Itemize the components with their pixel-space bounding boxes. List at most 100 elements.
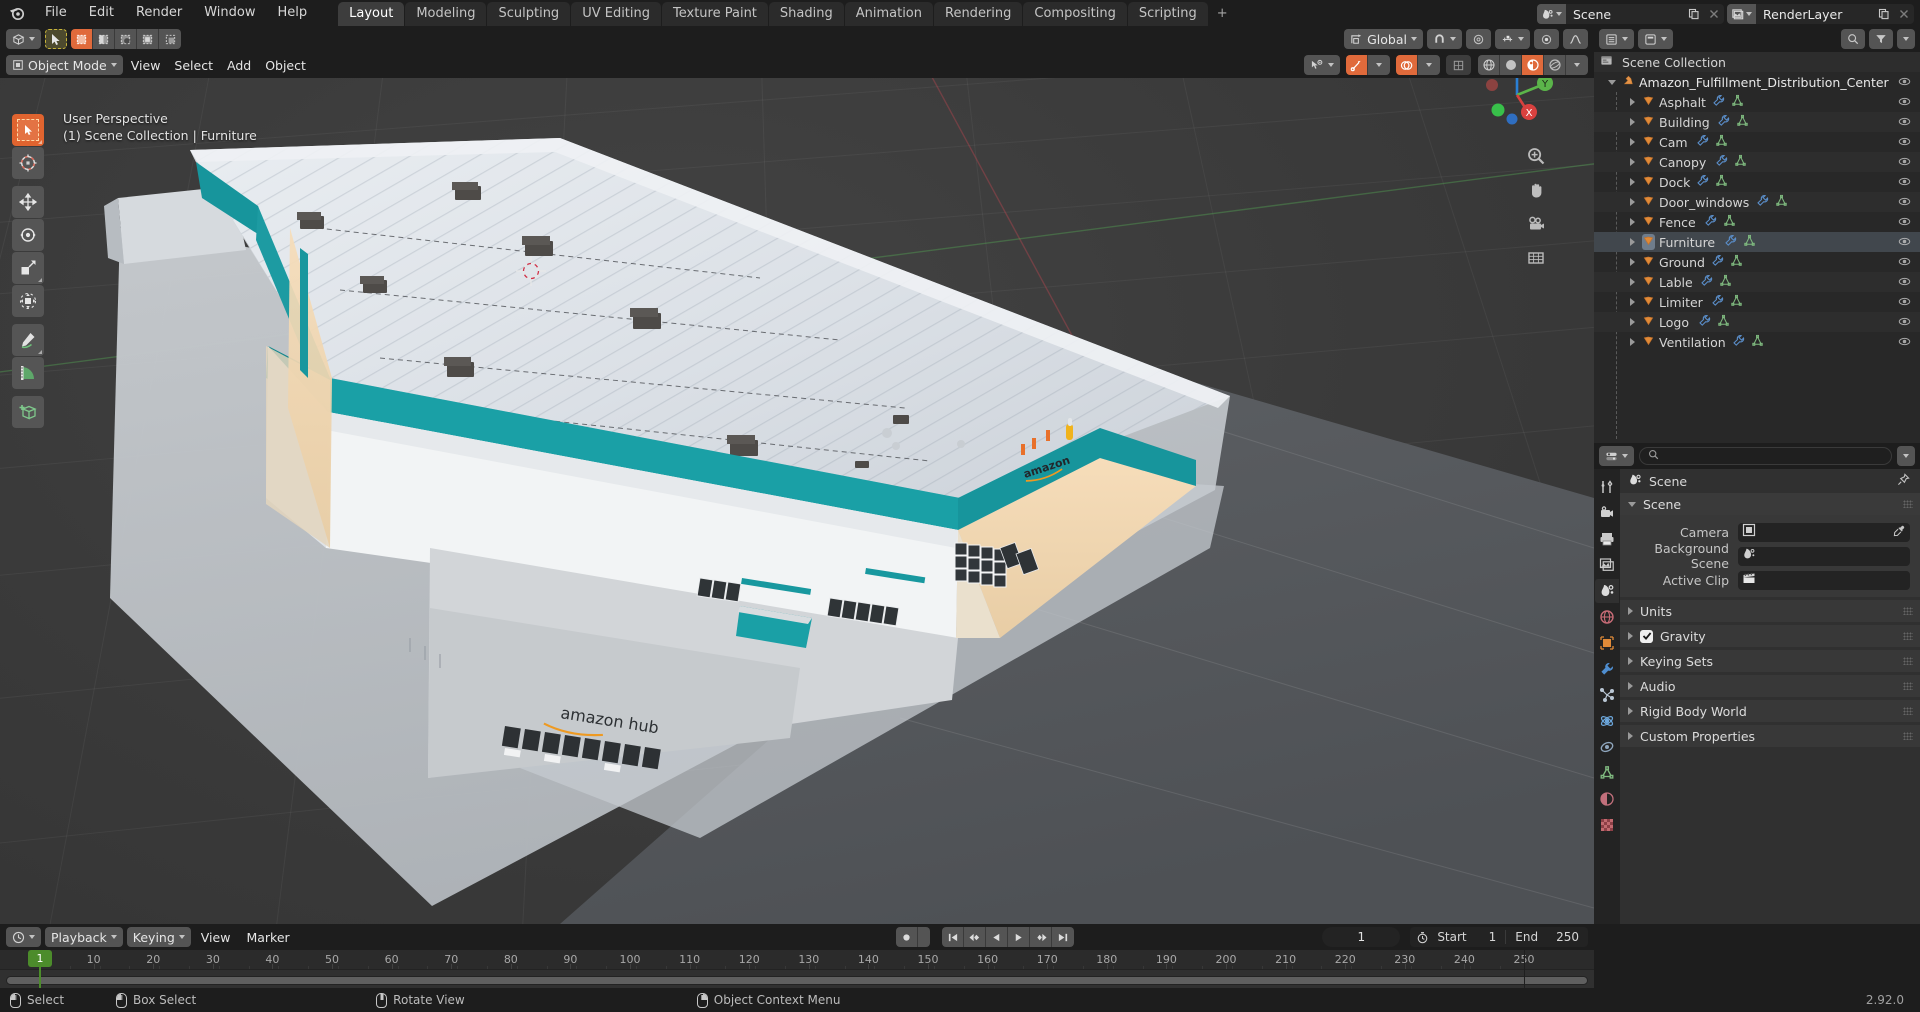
mesh-data-icon[interactable] — [1719, 274, 1732, 290]
filter-icon[interactable] — [1869, 29, 1893, 49]
panel-units-header[interactable]: Units — [1620, 600, 1920, 622]
tab-constraints[interactable] — [1595, 735, 1619, 759]
mesh-data-icon[interactable] — [1775, 194, 1788, 210]
outliner-row-scene-collection[interactable]: Scene Collection — [1594, 52, 1920, 72]
tab-uv-editing[interactable]: UV Editing — [571, 2, 662, 26]
wrench-modifier-icon[interactable] — [1696, 134, 1709, 150]
outliner-row-group[interactable]: Amazon_Fulfillment_Distribution_Center — [1594, 72, 1920, 92]
mesh-data-icon[interactable] — [1730, 254, 1743, 270]
scene-icon[interactable] — [1537, 4, 1566, 24]
shading-material-icon[interactable] — [1522, 55, 1544, 75]
menu-keying[interactable]: Keying — [126, 927, 191, 947]
viewport-menu-object[interactable]: Object — [259, 55, 312, 75]
tab-world[interactable] — [1595, 605, 1619, 629]
eyedropper-icon[interactable] — [1893, 524, 1906, 541]
new-copy-icon[interactable] — [1684, 4, 1704, 24]
chevron-down-icon[interactable] — [1566, 55, 1588, 75]
tab-texture-paint[interactable]: Texture Paint — [662, 2, 768, 26]
wrench-modifier-icon[interactable] — [1704, 214, 1717, 230]
menu-render[interactable]: Render — [125, 0, 193, 26]
snap-magnet-button[interactable] — [1427, 29, 1462, 49]
pan-hand-icon[interactable] — [1524, 178, 1548, 202]
eye-icon[interactable] — [1898, 235, 1911, 251]
tab-shading[interactable]: Shading — [768, 2, 844, 26]
active-clip-field[interactable] — [1738, 570, 1910, 590]
tab-data[interactable] — [1595, 761, 1619, 785]
tab-render[interactable] — [1595, 501, 1619, 525]
expand-toggle[interactable] — [1624, 218, 1640, 226]
eye-icon[interactable] — [1898, 255, 1911, 271]
expand-toggle[interactable] — [1624, 138, 1640, 146]
record-group[interactable] — [896, 927, 931, 947]
mesh-data-icon[interactable] — [1717, 314, 1730, 330]
viewport-menu-select[interactable]: Select — [168, 55, 219, 75]
gizmo-icon[interactable] — [1346, 55, 1368, 75]
ortho-persp-toggle-icon[interactable] — [1524, 246, 1548, 270]
new-copy-icon[interactable] — [1874, 4, 1894, 24]
mesh-data-icon[interactable] — [1723, 214, 1736, 230]
wrench-modifier-icon[interactable] — [1712, 94, 1725, 110]
zoom-icon[interactable] — [1524, 144, 1548, 168]
close-x-icon[interactable] — [1704, 4, 1724, 24]
panel-gravity-header[interactable]: Gravity — [1620, 625, 1920, 647]
tab-tool[interactable] — [1595, 475, 1619, 499]
annotate-tool[interactable] — [12, 324, 44, 356]
measure-tool[interactable] — [12, 357, 44, 389]
wrench-modifier-icon[interactable] — [1756, 194, 1769, 210]
editor-type-timeline-icon[interactable] — [6, 927, 41, 947]
wrench-modifier-icon[interactable] — [1732, 334, 1745, 350]
wrench-modifier-icon[interactable] — [1711, 294, 1724, 310]
transform-orientation-dropdown[interactable]: Global — [1344, 29, 1423, 49]
tab-compositing[interactable]: Compositing — [1023, 2, 1127, 26]
outliner-row-lable[interactable]: Lable — [1594, 272, 1920, 292]
outliner-row-canopy[interactable]: Canopy — [1594, 152, 1920, 172]
scene-selector[interactable]: Scene — [1537, 4, 1724, 24]
play-reverse-icon[interactable] — [986, 927, 1009, 947]
tab-scene[interactable] — [1595, 579, 1619, 603]
overlays-group[interactable] — [1396, 55, 1440, 75]
select-extend-icon[interactable] — [93, 29, 115, 49]
panel-scene-header[interactable]: Scene — [1620, 493, 1920, 515]
cursor-tool[interactable] — [12, 147, 44, 179]
eye-icon[interactable] — [1898, 95, 1911, 111]
tab-scripting[interactable]: Scripting — [1127, 2, 1208, 26]
xray-icon[interactable] — [1446, 55, 1471, 75]
current-frame-field[interactable]: 1 — [1322, 927, 1401, 947]
search-icon[interactable] — [1841, 29, 1865, 49]
eye-icon[interactable] — [1898, 335, 1911, 351]
wrench-modifier-icon[interactable] — [1696, 174, 1709, 190]
wrench-modifier-icon[interactable] — [1715, 154, 1728, 170]
viewlayer-selector[interactable]: RenderLayer — [1727, 4, 1914, 24]
outliner-row-door_windows[interactable]: Door_windows — [1594, 192, 1920, 212]
outliner-row-asphalt[interactable]: Asphalt — [1594, 92, 1920, 112]
expand-toggle[interactable] — [1624, 98, 1640, 106]
camera-field[interactable] — [1738, 522, 1910, 542]
mesh-data-icon[interactable] — [1715, 134, 1728, 150]
eye-icon[interactable] — [1898, 155, 1911, 171]
proportional-toggle-button[interactable] — [1534, 29, 1559, 49]
eye-icon[interactable] — [1898, 75, 1911, 91]
menu-playback[interactable]: Playback — [45, 927, 123, 947]
expand-toggle[interactable] — [1624, 338, 1640, 346]
add-cube-tool[interactable] — [12, 396, 44, 428]
next-keyframe-icon[interactable] — [1030, 927, 1053, 947]
tab-output[interactable] — [1595, 527, 1619, 551]
outliner-row-logo[interactable]: Logo — [1594, 312, 1920, 332]
move-tool[interactable] — [12, 186, 44, 218]
panel-audio-header[interactable]: Audio — [1620, 675, 1920, 697]
mesh-data-icon[interactable] — [1751, 334, 1764, 350]
viewlayer-name[interactable]: RenderLayer — [1756, 7, 1874, 22]
eye-icon[interactable] — [1898, 175, 1911, 191]
shading-wireframe-icon[interactable] — [1478, 55, 1500, 75]
background-scene-field[interactable] — [1738, 546, 1910, 566]
visibility-selector-icon[interactable] — [1304, 55, 1340, 75]
tweak-tool[interactable] — [12, 114, 44, 146]
shading-rendered-icon[interactable] — [1544, 55, 1566, 75]
wrench-modifier-icon[interactable] — [1700, 274, 1713, 290]
mesh-data-icon[interactable] — [1743, 234, 1756, 250]
outliner-row-ground[interactable]: Ground — [1594, 252, 1920, 272]
gravity-checkbox[interactable] — [1640, 629, 1653, 643]
viewport-menu-view[interactable]: View — [125, 55, 167, 75]
tab-animation[interactable]: Animation — [844, 2, 933, 26]
gizmo-group[interactable] — [1346, 55, 1390, 75]
